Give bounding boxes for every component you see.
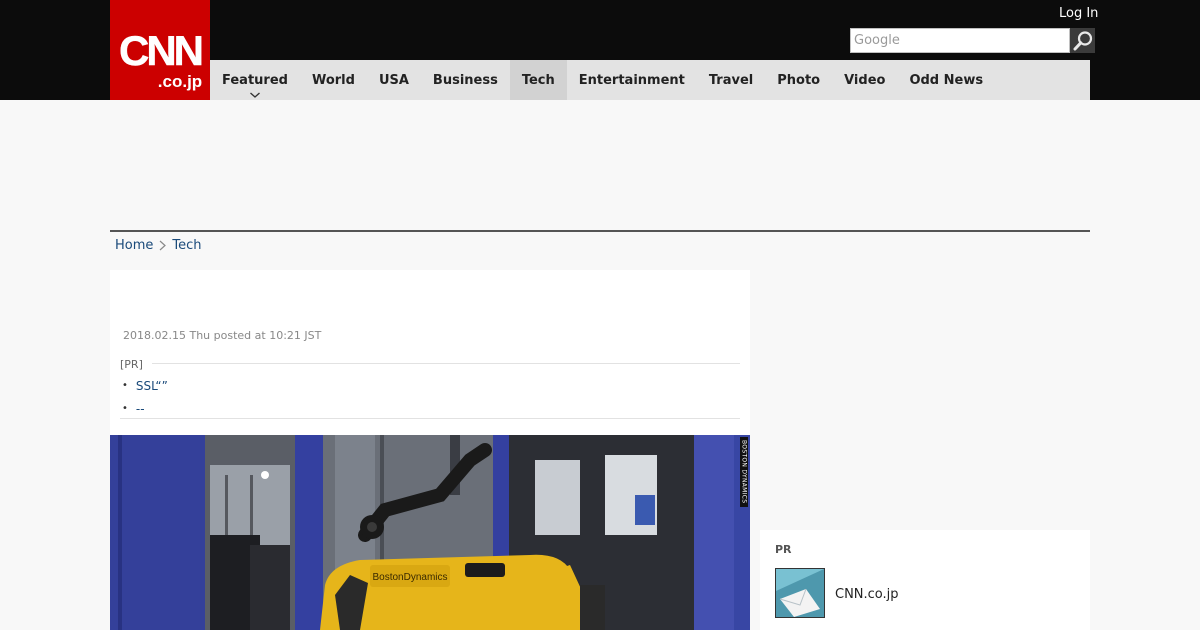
list-item: • -- bbox=[120, 397, 168, 420]
main-nav: Featured World USA Business Tech Enterta… bbox=[210, 60, 1090, 100]
mail-icon bbox=[776, 569, 824, 617]
cnn-logo[interactable]: CNN .co.jp bbox=[110, 0, 210, 100]
nav-item-video[interactable]: Video bbox=[832, 60, 897, 100]
robot-brand-text: BostonDynamics bbox=[372, 572, 447, 583]
list-item: • SSL“” bbox=[120, 374, 168, 397]
article-photo: BostonDynamics BOSTON DYNAMICS bbox=[110, 435, 750, 630]
nav-item-usa[interactable]: USA bbox=[367, 60, 421, 100]
search-box bbox=[850, 28, 1070, 53]
bullet-icon: • bbox=[122, 380, 128, 391]
nav-item-odd-news[interactable]: Odd News bbox=[897, 60, 995, 100]
pr-label: [PR] bbox=[120, 358, 143, 371]
logo-text-cnn: CNN bbox=[119, 27, 202, 74]
search-input[interactable] bbox=[851, 29, 1069, 52]
pr-link-ssl[interactable]: SSL“” bbox=[136, 379, 168, 393]
pr-bottom-divider bbox=[120, 418, 740, 419]
nav-item-world[interactable]: World bbox=[300, 60, 367, 100]
chevron-right-icon bbox=[159, 240, 167, 251]
chevron-down-icon bbox=[250, 92, 260, 98]
sidebar-pr-title: PR bbox=[775, 543, 792, 556]
bullet-icon: • bbox=[122, 403, 128, 414]
article-card: 2018.02.15 Thu posted at 10:21 JST [PR] … bbox=[110, 270, 750, 435]
logo-text-cojp: .co.jp bbox=[158, 72, 202, 91]
pr-link-dash[interactable]: -- bbox=[136, 402, 145, 416]
nav-item-travel[interactable]: Travel bbox=[697, 60, 765, 100]
breadcrumb-home[interactable]: Home bbox=[115, 238, 153, 253]
nav-item-photo[interactable]: Photo bbox=[765, 60, 832, 100]
ad-space bbox=[110, 100, 1090, 230]
login-link[interactable]: Log In bbox=[1059, 6, 1098, 21]
pr-thumbnail[interactable] bbox=[775, 568, 825, 618]
pr-link-list: • SSL“” • -- bbox=[120, 374, 168, 420]
pr-divider bbox=[152, 363, 740, 364]
breadcrumb-tech[interactable]: Tech bbox=[172, 238, 201, 253]
nav-item-entertainment[interactable]: Entertainment bbox=[567, 60, 697, 100]
search-button[interactable] bbox=[1070, 28, 1095, 53]
nav-item-business[interactable]: Business bbox=[421, 60, 510, 100]
nav-item-tech[interactable]: Tech bbox=[509, 60, 567, 100]
section-divider bbox=[110, 230, 1090, 232]
search-icon bbox=[1073, 30, 1092, 50]
sidebar-pr-link[interactable]: CNN.co.jp bbox=[835, 587, 899, 602]
breadcrumb: Home Tech bbox=[115, 238, 202, 253]
nav-item-featured[interactable]: Featured bbox=[210, 60, 300, 100]
sidebar-pr-card: PR CNN.co.jp bbox=[760, 530, 1090, 630]
nav-label-featured: Featured bbox=[222, 72, 288, 88]
photo-credit: BOSTON DYNAMICS bbox=[740, 437, 748, 507]
posted-timestamp: 2018.02.15 Thu posted at 10:21 JST bbox=[123, 329, 322, 342]
